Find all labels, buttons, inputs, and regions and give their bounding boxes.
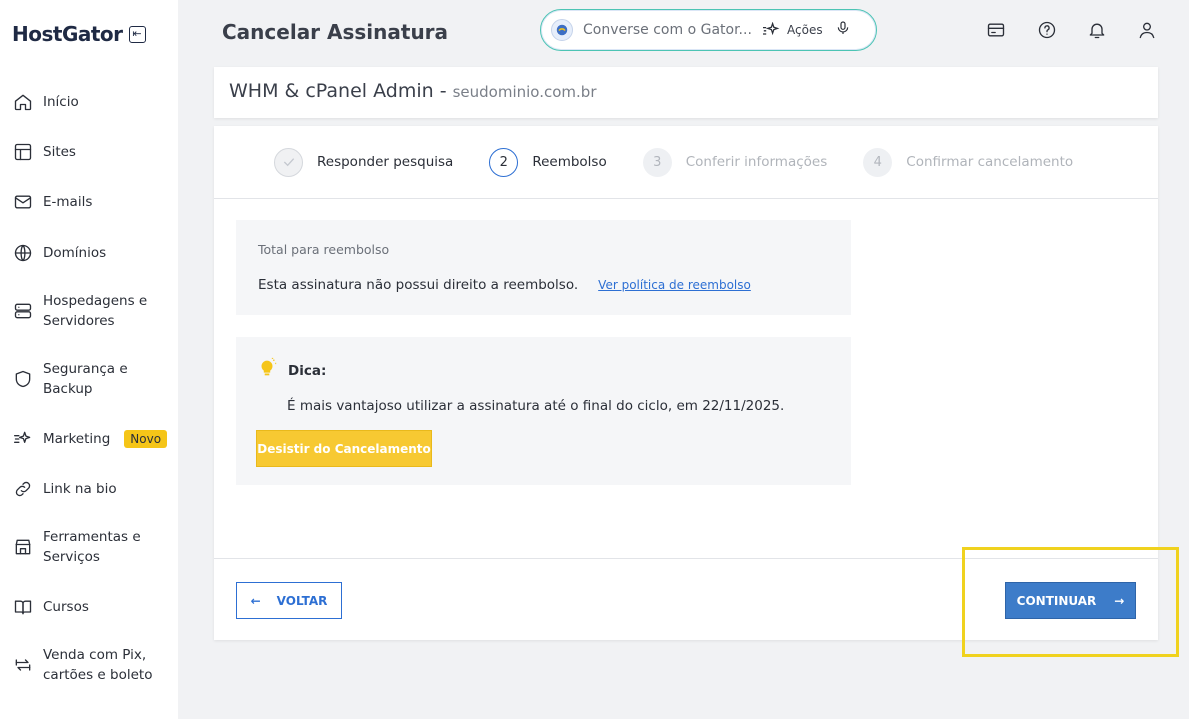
step-label: Responder pesquisa — [317, 154, 454, 170]
sidebar-item-marketing[interactable]: Marketing Novo — [12, 428, 172, 449]
back-button[interactable]: ← VOLTAR — [236, 582, 342, 619]
server-icon — [12, 301, 33, 322]
gator-avatar-icon — [551, 19, 573, 41]
sidebar-item-dominios[interactable]: Domínios — [12, 242, 172, 263]
sidebar-item-sites[interactable]: Sites — [12, 141, 172, 162]
step-number: 2 — [489, 147, 519, 177]
sparkle-icon — [763, 22, 780, 36]
sidebar-item-hospedagens[interactable]: Hospedagens e Servidores — [12, 291, 172, 331]
sidebar-item-ferramentas[interactable]: Ferramentas e Serviços — [12, 527, 172, 567]
shield-icon — [12, 369, 33, 390]
collapse-sidebar-icon[interactable]: ⇤ — [128, 25, 146, 43]
product-domain: seudominio.com.br — [452, 83, 597, 101]
refund-policy-link[interactable]: Ver política de reembolso — [598, 278, 751, 292]
brand-name: HostGator — [12, 22, 123, 46]
sidebar-item-label: Sites — [43, 143, 76, 160]
billing-card-icon[interactable] — [985, 19, 1007, 41]
book-icon — [12, 596, 33, 617]
product-name: WHM & cPanel Admin — [229, 80, 434, 102]
step-confirmar-cancelamento: 4 Confirmar cancelamento — [863, 147, 1074, 177]
sparkle-icon — [12, 428, 33, 449]
sidebar-item-seguranca[interactable]: Segurança e Backup — [12, 359, 172, 399]
notification-bell-icon[interactable] — [1086, 19, 1108, 41]
link-icon — [12, 478, 33, 499]
store-icon — [12, 537, 33, 558]
actions-button[interactable]: Ações — [761, 22, 823, 38]
step-number: 3 — [642, 147, 672, 177]
sidebar-item-label: Link na bio — [43, 480, 117, 497]
refund-title: Total para reembolso — [258, 242, 390, 257]
exchange-icon — [12, 655, 33, 676]
step-conferir-informacoes: 3 Conferir informações — [642, 147, 828, 177]
step-label: Reembolso — [532, 154, 607, 170]
check-icon — [274, 147, 303, 177]
arrow-left-icon: ← — [250, 593, 261, 608]
sidebar-item-label: Cursos — [43, 598, 89, 615]
step-reembolso: 2 Reembolso — [489, 147, 607, 177]
sidebar-item-label: E-mails — [43, 193, 93, 210]
step-number: 4 — [863, 147, 893, 177]
layout-icon — [12, 141, 33, 162]
product-header: WHM & cPanel Admin - seudominio.com.br — [214, 67, 1158, 118]
mail-icon — [12, 191, 33, 212]
step-label: Confirmar cancelamento — [906, 154, 1074, 170]
sidebar-item-label: Domínios — [43, 244, 107, 261]
brand-logo[interactable]: HostGator ⇤ — [12, 22, 146, 46]
tip-text: É mais vantajoso utilizar a assinatura a… — [287, 398, 785, 414]
chat-placeholder: Converse com o Gator... — [583, 22, 752, 38]
sidebar: HostGator ⇤ Início Sites E-mails Domínio… — [0, 0, 178, 719]
new-badge: Novo — [124, 429, 168, 448]
globe-icon — [12, 242, 33, 263]
tip-title: Dica: — [288, 362, 327, 379]
product-separator: - — [433, 80, 453, 102]
sidebar-item-label: Segurança e Backup — [43, 361, 128, 397]
refund-text: Esta assinatura não possui direito a ree… — [258, 277, 579, 293]
sidebar-item-venda-pix[interactable]: Venda com Pix, cartões e boleto — [12, 645, 172, 685]
sidebar-item-label: Hospedagens e Servidores — [43, 293, 148, 329]
actions-label: Ações — [787, 23, 823, 37]
highlight-box — [962, 547, 1179, 657]
sidebar-item-inicio[interactable]: Início — [12, 91, 172, 112]
back-label: VOLTAR — [276, 593, 328, 608]
home-icon — [12, 91, 33, 112]
sidebar-item-label: Venda com Pix, cartões e boleto — [43, 647, 153, 683]
desist-cancellation-button[interactable]: Desistir do Cancelamento — [256, 430, 432, 467]
stepper: Responder pesquisa 2 Reembolso 3 Conferi… — [214, 126, 1158, 199]
user-account-icon[interactable] — [1136, 19, 1158, 41]
sidebar-item-link-na-bio[interactable]: Link na bio — [12, 478, 172, 499]
microphone-icon[interactable] — [835, 19, 851, 42]
sidebar-item-label: Início — [43, 93, 79, 110]
refund-panel: Total para reembolso Esta assinatura não… — [236, 220, 851, 315]
sidebar-item-label: Marketing — [43, 430, 111, 447]
tip-panel: Dica: É mais vantajoso utilizar a assina… — [236, 337, 851, 485]
step-label: Conferir informações — [685, 154, 828, 170]
sidebar-item-emails[interactable]: E-mails — [12, 191, 172, 212]
step-responder-pesquisa: Responder pesquisa — [274, 147, 454, 177]
sidebar-item-label: Ferramentas e Serviços — [43, 529, 141, 565]
gator-chat-input[interactable]: Converse com o Gator... Ações — [540, 9, 877, 51]
lightbulb-icon — [256, 357, 278, 384]
help-icon[interactable] — [1036, 19, 1058, 41]
sidebar-item-cursos[interactable]: Cursos — [12, 596, 172, 617]
page-title: Cancelar Assinatura — [222, 20, 449, 44]
